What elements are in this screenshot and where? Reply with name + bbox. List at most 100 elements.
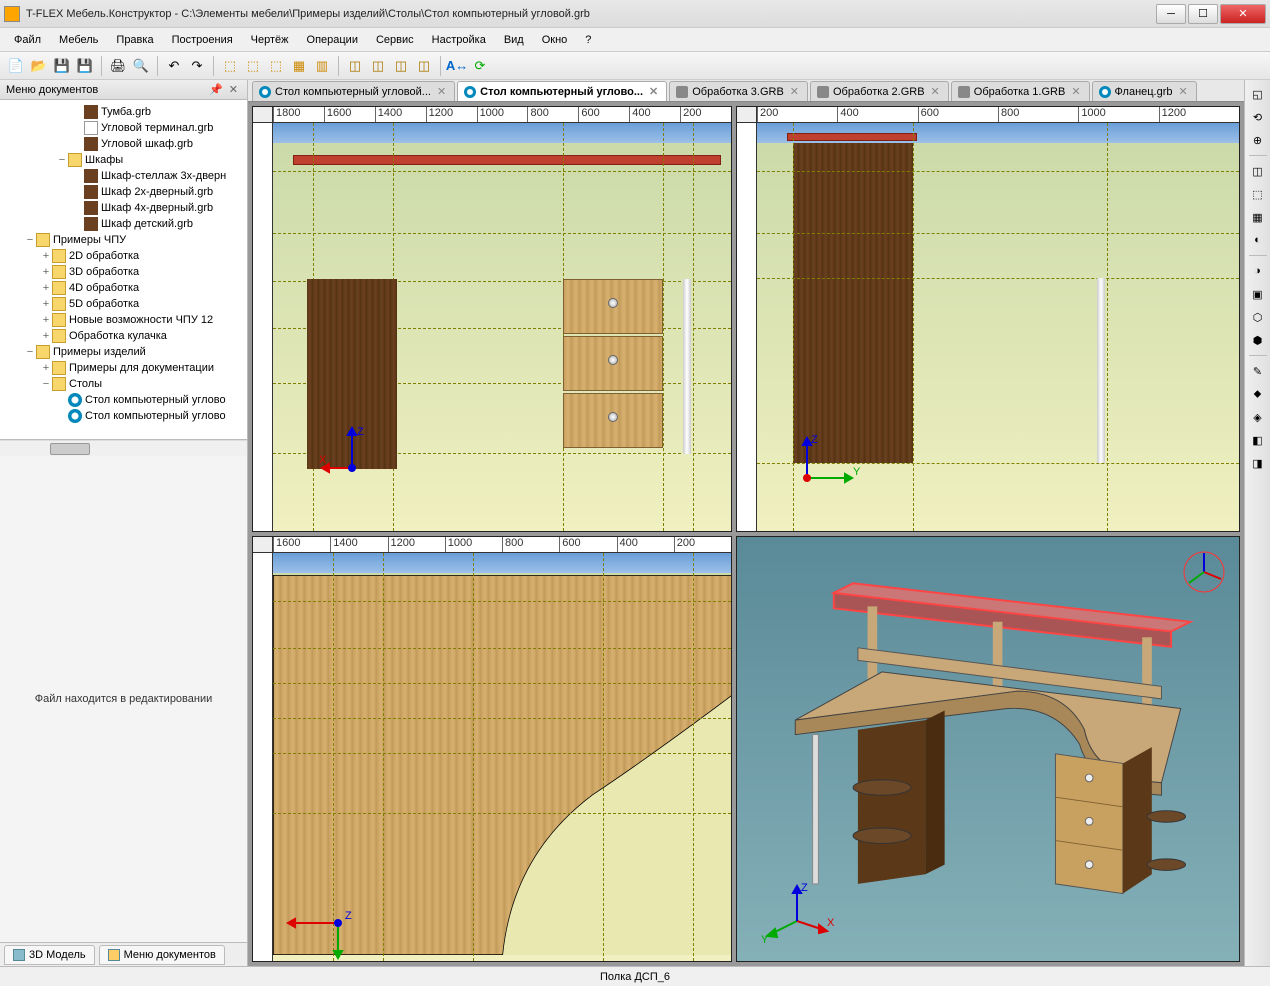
minimize-button[interactable]: ─ [1156, 4, 1186, 24]
tab-close-icon[interactable]: ✕ [435, 85, 448, 98]
viewport-3d[interactable]: Z X Y [736, 536, 1240, 962]
tree-node[interactable]: −Примеры ЧПУ [4, 232, 243, 248]
box5-icon[interactable]: ▥ [312, 56, 332, 76]
viewport-top[interactable]: 1600140012001000800600400200 [252, 536, 732, 962]
box4-icon[interactable]: ▦ [289, 56, 309, 76]
tree-node[interactable]: Шкаф 2х-дверный.grb [4, 184, 243, 200]
text-icon[interactable]: A↔ [447, 56, 467, 76]
menu-window[interactable]: Окно [534, 31, 576, 49]
tree-node[interactable]: +4D обработка [4, 280, 243, 296]
undo-icon[interactable]: ↶ [164, 56, 184, 76]
menu-settings[interactable]: Настройка [424, 31, 494, 49]
panel-close-icon[interactable]: ✕ [226, 83, 241, 96]
tab-close-icon[interactable]: ✕ [1069, 85, 1082, 98]
tree-node[interactable]: Тумба.grb [4, 104, 243, 120]
menu-construct[interactable]: Построения [164, 31, 241, 49]
box3-icon[interactable]: ⬚ [266, 56, 286, 76]
document-tab[interactable]: Обработка 3.GRB✕ [669, 81, 808, 101]
tab-3d-model[interactable]: 3D Модель [4, 945, 95, 965]
tree-hscrollbar[interactable] [0, 440, 247, 456]
box1-icon[interactable]: ⬚ [220, 56, 240, 76]
cube4-icon[interactable]: ◫ [414, 56, 434, 76]
tree-node[interactable]: Угловой терминал.grb [4, 120, 243, 136]
svg-text:X: X [827, 917, 835, 929]
maximize-button[interactable]: ☐ [1188, 4, 1218, 24]
menu-edit[interactable]: Правка [108, 31, 161, 49]
document-tab[interactable]: Обработка 2.GRB✕ [810, 81, 949, 101]
new-icon[interactable]: 📄 [6, 56, 26, 76]
right-tool-11[interactable]: ✎ [1248, 361, 1268, 381]
right-tool-12[interactable]: ⬥ [1248, 384, 1268, 404]
cube3-icon[interactable]: ◫ [391, 56, 411, 76]
saveall-icon[interactable]: 💾 [75, 56, 95, 76]
preview-icon[interactable]: 🔍 [131, 56, 151, 76]
refresh-icon[interactable]: ⟳ [470, 56, 490, 76]
tree-node[interactable]: +Новые возможности ЧПУ 12 [4, 312, 243, 328]
svg-text:Y: Y [853, 466, 861, 478]
right-tool-0[interactable]: ◱ [1248, 84, 1268, 104]
redo-icon[interactable]: ↷ [187, 56, 207, 76]
tree-node[interactable]: −Столы [4, 376, 243, 392]
right-tool-3[interactable]: ◫ [1248, 161, 1268, 181]
cube1-icon[interactable]: ◫ [345, 56, 365, 76]
box2-icon[interactable]: ⬚ [243, 56, 263, 76]
document-tab[interactable]: Стол компьютерный углово...✕ [457, 81, 667, 101]
right-tool-6[interactable]: ◐ [1248, 230, 1268, 250]
tree-node[interactable]: −Примеры изделий [4, 344, 243, 360]
right-tool-2[interactable]: ⊕ [1248, 130, 1268, 150]
viewport-side[interactable]: 20040060080010001200 Z Y [736, 106, 1240, 532]
menu-operations[interactable]: Операции [299, 31, 366, 49]
svg-text:Z: Z [345, 910, 352, 922]
tree-node[interactable]: Шкаф 4х-дверный.grb [4, 200, 243, 216]
tree-node[interactable]: +Обработка кулачка [4, 328, 243, 344]
menu-help[interactable]: ? [577, 31, 599, 49]
menu-view[interactable]: Вид [496, 31, 532, 49]
pin-icon[interactable]: 📌 [206, 83, 226, 96]
tree-node[interactable]: +3D обработка [4, 264, 243, 280]
tab-close-icon[interactable]: ✕ [929, 85, 942, 98]
tree-node[interactable]: Шкаф-стеллаж 3х-дверн [4, 168, 243, 184]
document-tab[interactable]: Обработка 1.GRB✕ [951, 81, 1090, 101]
tree-node[interactable]: −Шкафы [4, 152, 243, 168]
document-tab[interactable]: Фланец.grb✕ [1092, 81, 1197, 101]
right-tool-10[interactable]: ⬢ [1248, 330, 1268, 350]
right-tool-4[interactable]: ⬚ [1248, 184, 1268, 204]
right-tool-15[interactable]: ◨ [1248, 453, 1268, 473]
ruler-horizontal: 1600140012001000800600400200 [273, 537, 731, 553]
menu-service[interactable]: Сервис [368, 31, 422, 49]
menu-drawing[interactable]: Чертёж [243, 31, 297, 49]
tab-close-icon[interactable]: ✕ [788, 85, 801, 98]
right-tool-9[interactable]: ⬡ [1248, 307, 1268, 327]
right-tool-7[interactable]: ◑ [1248, 261, 1268, 281]
panel-header: Меню документов 📌 ✕ [0, 80, 247, 100]
tree-node[interactable]: Шкаф детский.grb [4, 216, 243, 232]
right-tool-8[interactable]: ▣ [1248, 284, 1268, 304]
tab-close-icon[interactable]: ✕ [1177, 85, 1190, 98]
right-tool-1[interactable]: ⟲ [1248, 107, 1268, 127]
right-toolbar: ◱ ⟲ ⊕ ◫ ⬚ ▦ ◐ ◑ ▣ ⬡ ⬢ ✎ ⬥ ◈ ◧ ◨ [1244, 80, 1270, 966]
tree-node[interactable]: Стол компьютерный углово [4, 408, 243, 424]
menu-furniture[interactable]: Мебель [51, 31, 106, 49]
tree-node[interactable]: +Примеры для документации [4, 360, 243, 376]
tab-documents-menu[interactable]: Меню документов [99, 945, 225, 965]
right-tool-14[interactable]: ◧ [1248, 430, 1268, 450]
tree-node[interactable]: Стол компьютерный углово [4, 392, 243, 408]
view-cube-gizmo[interactable] [1179, 547, 1229, 597]
right-tool-13[interactable]: ◈ [1248, 407, 1268, 427]
tree-node[interactable]: +2D обработка [4, 248, 243, 264]
open-icon[interactable]: 📂 [29, 56, 49, 76]
save-icon[interactable]: 💾 [52, 56, 72, 76]
print-icon[interactable]: 🖨 [108, 56, 128, 76]
viewport-front[interactable]: 18001600140012001000800600400200 [252, 106, 732, 532]
cube2-icon[interactable]: ◫ [368, 56, 388, 76]
tree-node[interactable]: Угловой шкаф.grb [4, 136, 243, 152]
right-tool-5[interactable]: ▦ [1248, 207, 1268, 227]
tree-node[interactable]: +5D обработка [4, 296, 243, 312]
tabletop-outline [273, 575, 731, 955]
tab-close-icon[interactable]: ✕ [647, 85, 660, 98]
menu-file[interactable]: Файл [6, 31, 49, 49]
close-button[interactable]: ✕ [1220, 4, 1266, 24]
scrollbar-thumb[interactable] [50, 443, 90, 455]
document-tree[interactable]: Тумба.grbУгловой терминал.grbУгловой шка… [0, 100, 247, 440]
document-tab[interactable]: Стол компьютерный угловой...✕ [252, 81, 455, 101]
